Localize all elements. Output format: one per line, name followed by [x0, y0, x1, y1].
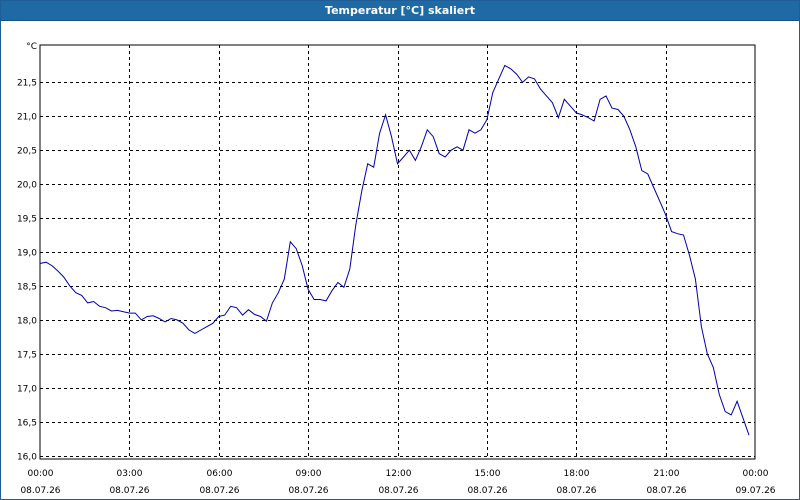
- y-tick-label: 18,5: [17, 283, 37, 293]
- y-tick-label: 18,0: [17, 317, 37, 327]
- x-tick-date: 08.07.26: [467, 486, 507, 496]
- x-tick-date: 08.07.26: [20, 486, 60, 496]
- y-tick-label: 17,5: [17, 351, 37, 361]
- y-tick-label: 19,5: [17, 215, 37, 225]
- y-tick-label: 21,0: [17, 113, 37, 123]
- x-tick-date: 08.07.26: [646, 486, 686, 496]
- y-tick-label: 16,0: [17, 453, 37, 463]
- x-tick-date: 08.07.26: [109, 486, 149, 496]
- temperature-chart: 16,0 16,5 17,0 17,5 18,0 18,5 19,0 19,5 20,0 20,5…: [17, 42, 776, 496]
- x-tick-time: 09:00: [296, 469, 322, 479]
- y-tick-label: 16,5: [17, 419, 37, 429]
- x-tick-time: 06:00: [207, 469, 233, 479]
- x-tick-time: 21:00: [654, 469, 680, 479]
- chart-window: Temperatur [°C] skaliert 16,0 16,5 17,0 17,…: [0, 0, 800, 500]
- x-tick-time: 03:00: [117, 469, 143, 479]
- x-tick-time: 00:00: [28, 469, 54, 479]
- y-tick-label: 17,0: [17, 385, 37, 395]
- x-tick-time: 12:00: [386, 469, 412, 479]
- x-tick-time: 18:00: [564, 469, 590, 479]
- x-tick-date: 08.07.26: [288, 486, 328, 496]
- x-tick-time: 15:00: [475, 469, 501, 479]
- x-tick-date: 08.07.26: [556, 486, 596, 496]
- y-tick-label: 21,5: [17, 79, 37, 89]
- x-tick-date: 08.07.26: [199, 486, 239, 496]
- y-tick-label: 20,0: [17, 181, 37, 191]
- y-axis-unit: °C: [26, 42, 37, 52]
- x-tick-date: 09.07.26: [735, 486, 775, 496]
- x-tick-time: 00:00: [743, 469, 769, 479]
- y-tick-label: 19,0: [17, 249, 37, 259]
- x-tick-date: 08.07.26: [378, 486, 418, 496]
- y-tick-label: 20,5: [17, 147, 37, 157]
